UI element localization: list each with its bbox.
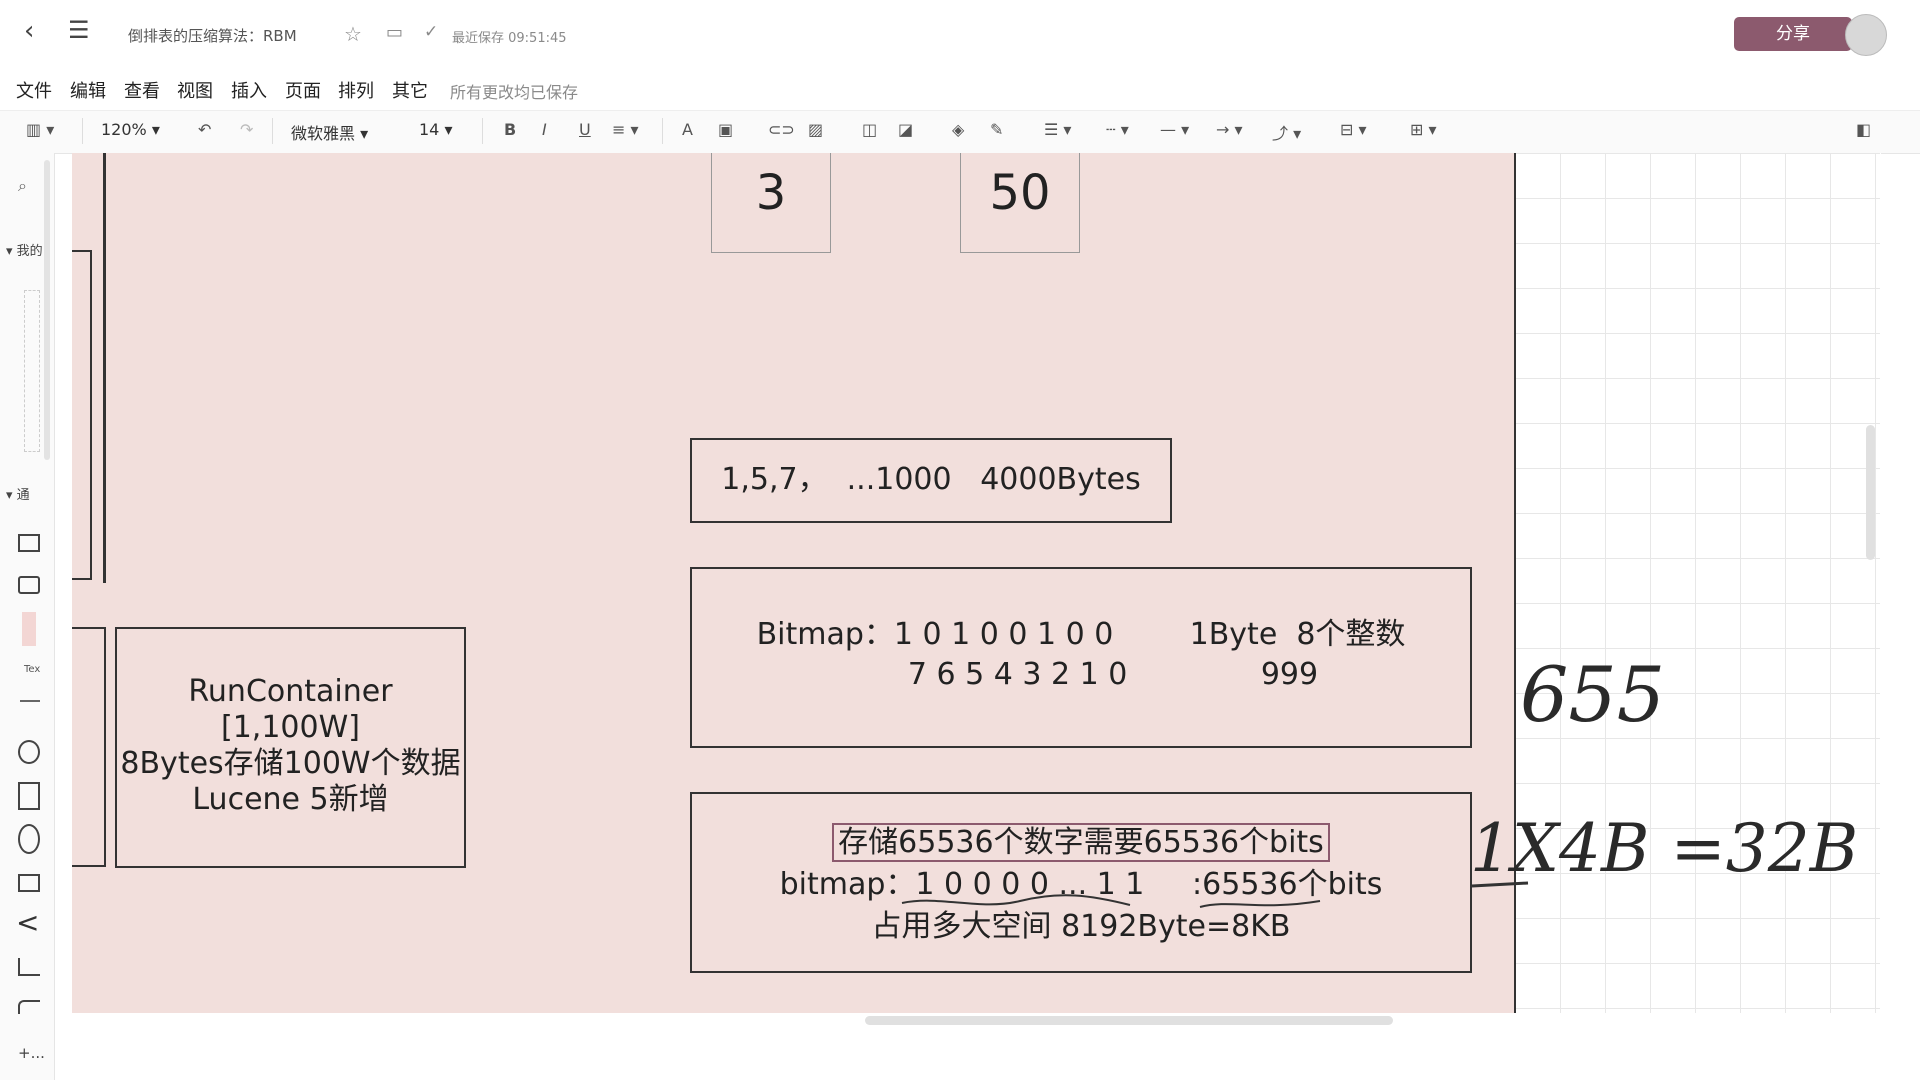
run-container-line1: RunContainer (188, 674, 393, 709)
menu-file[interactable]: 文件 (16, 77, 52, 103)
toolbar-divider (272, 118, 273, 144)
redo-icon[interactable]: ↷ (240, 120, 253, 139)
doc-shape[interactable]: 3 (711, 153, 831, 253)
bitmap-box-line2: 7 6 5 4 3 2 1 0 999 (907, 657, 1319, 692)
menu-page[interactable]: 页面 (285, 77, 321, 103)
font-size-select[interactable]: 14 ▾ (419, 120, 452, 139)
menu-view[interactable]: 查看 (124, 77, 160, 103)
sidebar-section-mine[interactable]: ▾ 我的 (6, 240, 43, 259)
send-back-icon[interactable]: ◪ (898, 120, 913, 139)
back-icon[interactable]: ‹ (24, 16, 34, 46)
bitmap-box[interactable]: Bitmap：1 0 1 0 0 1 0 0 1Byte 8个整数 7 6 5 … (690, 567, 1472, 748)
storage-box-highlight: 存储65536个数字需要65536个bits (832, 823, 1330, 862)
bring-front-icon[interactable]: ◫ (862, 120, 877, 139)
menu-insert[interactable]: 插入 (231, 77, 267, 103)
parallelogram-shape[interactable] (18, 958, 40, 976)
font-family-select[interactable]: 微软雅黑 ▾ (291, 120, 368, 144)
menu-arrange[interactable]: 排列 (338, 77, 374, 103)
rounded-rectangle-shape[interactable] (18, 576, 40, 594)
saved-note: 所有更改均已保存 (450, 83, 579, 102)
folder-icon[interactable]: ▭ (386, 22, 403, 43)
avatar[interactable] (1845, 14, 1887, 56)
my-shapes-placeholder (24, 290, 40, 452)
sidebar-section-general[interactable]: ▾ 通 (6, 484, 30, 503)
array-box-text: 1,5,7， ...1000 4000Bytes (721, 462, 1141, 497)
storage-box-line1: 存储65536个数字需要65536个bits (692, 822, 1470, 864)
star-icon[interactable]: ☆ (344, 22, 362, 46)
handwriting-annotation: 1X4B =32B (1470, 810, 1859, 887)
partial-box[interactable] (72, 250, 92, 580)
italic-button[interactable]: I (542, 120, 547, 139)
partial-box-edge (103, 153, 106, 583)
menu-perspective[interactable]: 视图 (177, 77, 213, 103)
fill-color-icon[interactable]: ◈ (952, 120, 964, 139)
saved-check-icon: ✓ (424, 22, 439, 42)
document-title[interactable]: 倒排表的压缩算法：RBM (128, 25, 297, 46)
layout-panel-icon[interactable]: ▥ ▾ (26, 120, 54, 139)
run-container-line4: Lucene 5新增 (192, 782, 389, 817)
horizontal-scrollbar[interactable] (865, 1016, 1393, 1025)
sidebar-scrollbar[interactable] (44, 160, 50, 460)
vertical-scrollbar[interactable] (1866, 425, 1875, 560)
menu-edit[interactable]: 编辑 (70, 77, 106, 103)
undo-icon[interactable]: ↶ (198, 120, 211, 139)
more-shapes-button[interactable]: +... (18, 1044, 45, 1062)
circle-shape[interactable] (18, 824, 40, 854)
save-status: 最近保存 09:51:45 (452, 31, 567, 46)
align-icon[interactable]: ≡ ▾ (612, 120, 639, 139)
handwriting-scribble (901, 894, 1321, 908)
storage-box[interactable]: 存储65536个数字需要65536个bits bitmap：1 0 0 0 0 … (690, 792, 1472, 973)
run-container-box[interactable]: RunContainer [1,100W] 8Bytes存储100W个数据 Lu… (115, 627, 466, 868)
line-weight-icon[interactable]: ☰ ▾ (1044, 120, 1071, 139)
menu-other[interactable]: 其它 (392, 77, 428, 103)
panel-toggle-icon[interactable]: ◧ (1856, 120, 1871, 139)
toolbar-divider (482, 118, 483, 144)
ellipse-shape[interactable] (18, 740, 40, 764)
font-color-button[interactable]: A (682, 120, 693, 139)
toolbar-divider (82, 118, 83, 144)
handwriting-underline (1471, 881, 1529, 888)
search-icon[interactable]: ⌕ (18, 176, 27, 196)
connector-icon[interactable]: ⤴ ▾ (1272, 120, 1301, 144)
handwriting-annotation: 655 (1520, 650, 1666, 739)
zoom-value: 120% (101, 120, 147, 139)
doc-shape[interactable]: 50 (960, 153, 1080, 253)
run-container-line2: [1,100W] (221, 710, 360, 745)
run-container-line3: 8Bytes存储100W个数据 (120, 746, 461, 781)
sidebar-section-general-label: 通 (16, 488, 30, 503)
menu-icon[interactable]: ☰ (68, 16, 90, 44)
font-size-value: 14 (419, 120, 440, 139)
link-icon[interactable]: ⊂⊃ (768, 120, 795, 139)
bold-button[interactable]: B (504, 120, 516, 139)
arrange-align-icon[interactable]: ⊟ ▾ (1340, 120, 1367, 139)
process-shape[interactable] (18, 874, 40, 892)
rectangle-shape[interactable] (18, 534, 40, 552)
zoom-select[interactable]: 120% ▾ (101, 120, 160, 139)
share-button[interactable]: 分享 (1734, 17, 1852, 51)
curve-shape[interactable] (18, 1000, 40, 1014)
partial-box[interactable] (72, 627, 106, 867)
sidebar-section-mine-label: 我的 (16, 244, 43, 259)
line-dash-icon[interactable]: ┄ ▾ (1106, 120, 1129, 139)
arrow-style-icon[interactable]: → ▾ (1216, 120, 1243, 139)
font-family-value: 微软雅黑 (291, 124, 356, 143)
line-style-icon[interactable]: — ▾ (1160, 120, 1189, 139)
color-swatch[interactable] (22, 612, 36, 646)
text-background-icon[interactable]: ▣ (718, 120, 733, 139)
array-box[interactable]: 1,5,7， ...1000 4000Bytes (690, 438, 1172, 523)
heading-shape[interactable] (20, 700, 40, 702)
text-tool[interactable]: Tex (24, 664, 40, 675)
underline-button[interactable]: U (579, 120, 591, 139)
triangle-shape[interactable]: < (16, 906, 39, 939)
image-icon[interactable]: ▨ (808, 120, 823, 139)
bitmap-box-line1: Bitmap：1 0 1 0 0 1 0 0 1Byte 8个整数 (756, 617, 1406, 652)
square-shape[interactable] (18, 782, 40, 810)
toolbar-divider (662, 118, 663, 144)
line-color-icon[interactable]: ✎ (990, 120, 1003, 139)
table-icon[interactable]: ⊞ ▾ (1410, 120, 1437, 139)
